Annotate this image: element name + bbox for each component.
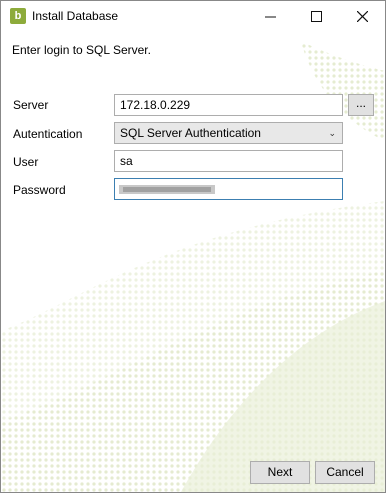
password-input[interactable] xyxy=(114,178,343,200)
install-database-window: b Install Database Enter login to SQL Se… xyxy=(0,0,386,493)
authentication-selected-value: SQL Server Authentication xyxy=(120,126,261,140)
server-label: Server xyxy=(13,98,49,112)
app-logo-icon: b xyxy=(10,8,26,24)
decorative-wave-background xyxy=(1,41,385,492)
password-label: Password xyxy=(13,183,66,197)
authentication-select[interactable]: SQL Server Authentication ⌄ xyxy=(114,122,343,144)
minimize-button[interactable] xyxy=(247,1,293,32)
user-label: User xyxy=(13,155,39,169)
user-input[interactable]: sa xyxy=(114,150,343,172)
close-icon xyxy=(356,10,368,23)
chevron-down-icon: ⌄ xyxy=(328,128,336,138)
browse-server-button[interactable]: ... xyxy=(348,94,374,116)
intro-text: Enter login to SQL Server. xyxy=(12,43,151,57)
next-button[interactable]: Next xyxy=(250,461,310,484)
close-button[interactable] xyxy=(339,1,385,32)
window-title: Install Database xyxy=(32,9,119,23)
blurred-password-mask xyxy=(119,185,215,194)
title-bar: b Install Database xyxy=(1,1,385,32)
maximize-button[interactable] xyxy=(293,1,339,32)
server-input[interactable]: 172.18.0.229 xyxy=(114,94,343,116)
authentication-label: Autentication xyxy=(13,127,83,141)
minimize-icon xyxy=(264,16,276,18)
maximize-icon xyxy=(310,11,322,22)
cancel-button[interactable]: Cancel xyxy=(315,461,375,484)
